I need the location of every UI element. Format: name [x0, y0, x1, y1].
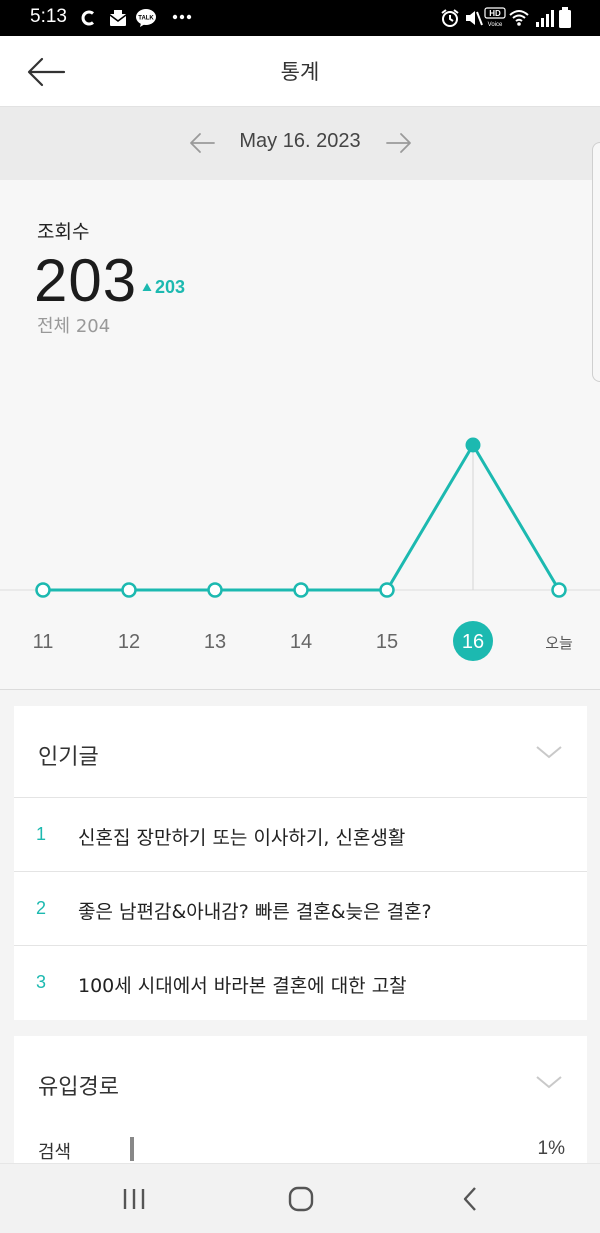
- signal-icon: [536, 10, 554, 27]
- x-tick-label[interactable]: 14: [290, 631, 312, 653]
- views-series-line: [43, 443, 561, 592]
- page-title: 통계: [280, 60, 320, 84]
- alarm-icon: [441, 9, 459, 27]
- app-header: 통계: [0, 36, 600, 107]
- post-rank: 1: [36, 824, 47, 844]
- inflow-title: 유입경로: [38, 1075, 119, 1100]
- back-icon[interactable]: [450, 1184, 490, 1214]
- inflow-row-label: 검색: [38, 1142, 72, 1163]
- post-rank: 3: [36, 972, 47, 992]
- data-point[interactable]: [35, 582, 51, 598]
- home-icon[interactable]: [281, 1184, 321, 1214]
- hd-label: HD: [489, 9, 501, 18]
- popular-posts-title: 인기글: [38, 745, 99, 770]
- inflow-card: 유입경로 검색 1%: [14, 1036, 587, 1166]
- x-tick-label[interactable]: 15: [376, 631, 398, 653]
- status-bar: 5:13 TALK HD Voice: [0, 0, 600, 36]
- x-tick-label[interactable]: 12: [118, 631, 140, 653]
- mail-icon: [109, 10, 127, 26]
- chevron-down-icon[interactable]: [535, 744, 563, 760]
- system-navigation-bar: [0, 1163, 600, 1233]
- more-dots-icon: [172, 14, 192, 20]
- popular-post-item[interactable]: 3 100세 시대에서 바라본 결혼에 대한 고찰: [14, 945, 587, 1019]
- post-title: 100세 시대에서 바라본 결혼에 대한 고찰: [78, 975, 407, 997]
- status-time: 5:13: [30, 6, 67, 27]
- post-rank: 2: [36, 898, 47, 918]
- talk-icon-label: TALK: [138, 16, 154, 22]
- data-point[interactable]: [465, 437, 481, 453]
- data-point[interactable]: [207, 582, 223, 598]
- hd-voice-icon: HD Voice: [484, 7, 506, 28]
- date-navigator: May 16. 2023: [0, 107, 600, 180]
- inflow-row-bar: [130, 1137, 134, 1161]
- next-date-arrow-icon[interactable]: [384, 129, 414, 157]
- chevron-down-icon[interactable]: [535, 1074, 563, 1090]
- talk-icon: TALK: [136, 9, 156, 27]
- views-line-chart: 11 12 13 14 15 16 오늘: [0, 437, 600, 661]
- post-title: 신혼집 장만하기 또는 이사하기, 신혼생활: [78, 827, 406, 849]
- popular-post-item[interactable]: 1 신혼집 장만하기 또는 이사하기, 신혼생활: [14, 797, 587, 871]
- x-tick-label[interactable]: 오늘: [545, 635, 573, 652]
- voice-label: Voice: [488, 22, 503, 28]
- x-tick-label[interactable]: 13: [204, 631, 226, 653]
- battery-icon: [559, 7, 571, 28]
- data-point[interactable]: [293, 582, 309, 598]
- inflow-row-percent: 1%: [537, 1138, 565, 1159]
- data-point[interactable]: [551, 582, 567, 598]
- x-tick-label[interactable]: 11: [33, 631, 54, 653]
- x-tick-label[interactable]: 16: [462, 631, 484, 653]
- mute-icon: [466, 11, 483, 26]
- popular-post-item[interactable]: 2 좋은 남편감&아내감? 빠른 결혼&늦은 결혼?: [14, 871, 587, 945]
- recent-apps-icon[interactable]: [114, 1184, 154, 1214]
- current-date: May 16. 2023: [239, 130, 361, 152]
- post-title: 좋은 남편감&아내감? 빠른 결혼&늦은 결혼?: [78, 901, 432, 923]
- data-point[interactable]: [379, 582, 395, 598]
- wifi-icon: [509, 10, 529, 26]
- data-point[interactable]: [121, 582, 137, 598]
- popular-posts-card: 인기글 1 신혼집 장만하기 또는 이사하기, 신혼생활 2 좋은 남편감&아내…: [14, 706, 587, 1020]
- c-icon: [81, 10, 94, 26]
